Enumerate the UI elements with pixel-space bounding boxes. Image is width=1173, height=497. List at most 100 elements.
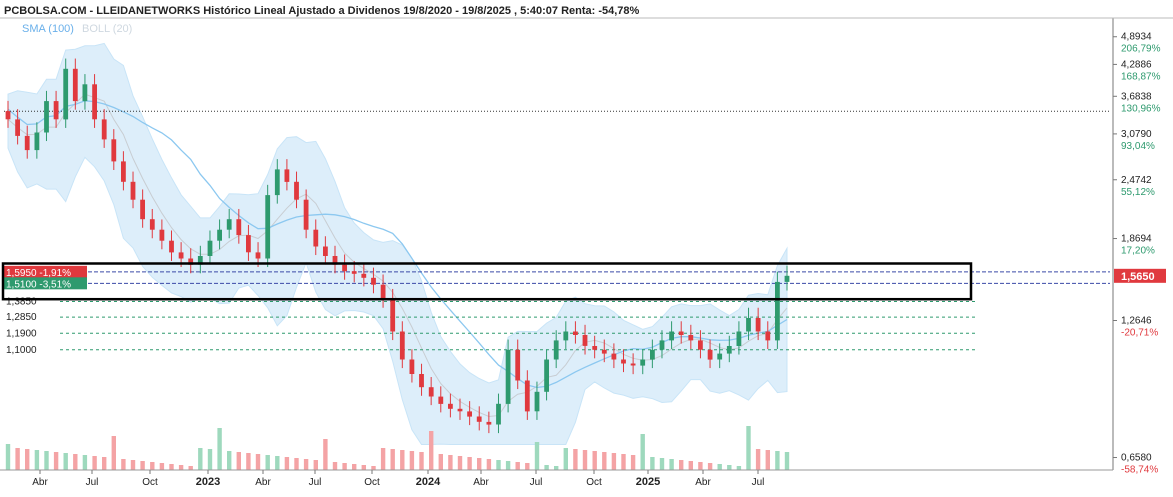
y-tick-percent: -20,71%	[1121, 328, 1158, 339]
x-tick-label: Abr	[695, 477, 711, 488]
y-tick-label: 3,0790	[1121, 129, 1152, 140]
volume-bar	[380, 448, 386, 470]
volume-bar	[477, 458, 482, 470]
candle-body	[746, 318, 751, 332]
volume-bar	[419, 452, 424, 470]
support-level-label: 1,2850	[6, 312, 37, 323]
candle-body	[438, 396, 444, 404]
volume-bar	[727, 465, 732, 470]
candle-body	[755, 318, 761, 332]
y-tick-label: 1,8694	[1121, 234, 1152, 245]
candle-body	[130, 181, 136, 200]
candle-body	[640, 359, 646, 366]
candle-body	[63, 68, 69, 120]
volume-bar	[592, 451, 597, 470]
x-tick-label: Oct	[364, 477, 380, 488]
candle-body	[92, 84, 97, 120]
candle-body	[217, 229, 222, 241]
volume-bar	[621, 454, 626, 470]
candle-body	[111, 139, 117, 162]
candle-body	[361, 273, 367, 278]
candle-body	[409, 359, 415, 374]
volume-bar	[554, 466, 559, 470]
candle-body	[457, 408, 463, 412]
candle-body	[621, 359, 626, 364]
volume-bar	[650, 457, 655, 470]
candle-body	[371, 277, 376, 285]
candle-body	[505, 349, 511, 404]
volume-bar	[486, 459, 492, 470]
volume-bar	[390, 449, 395, 470]
candle-body	[630, 363, 636, 366]
volume-bar	[534, 442, 540, 470]
volume-bar	[573, 449, 578, 470]
volume-bar	[784, 452, 790, 470]
marker-level-label: 1,5100 -3,51%	[6, 279, 71, 290]
candle-body	[784, 275, 790, 282]
x-tick-label: 2024	[416, 476, 441, 488]
volume-bar	[246, 453, 251, 470]
volume-bar	[688, 461, 693, 470]
candle-body	[323, 246, 328, 256]
volume-bar	[332, 462, 338, 470]
volume-bar	[582, 450, 588, 470]
volume-bar	[15, 448, 20, 470]
candle-body	[467, 411, 472, 417]
volume-bar	[111, 436, 116, 470]
x-tick-label: Abr	[32, 477, 48, 488]
x-tick-label: Abr	[255, 477, 271, 488]
candle-body	[544, 359, 549, 392]
x-tick-label: Oct	[586, 477, 602, 488]
volume-bar	[544, 465, 549, 470]
volume-bar	[92, 456, 97, 470]
volume-bar	[611, 453, 617, 470]
volume-bar	[198, 448, 203, 470]
candle-body	[419, 374, 424, 388]
volume-bar	[717, 464, 722, 470]
candle-body	[524, 380, 530, 412]
candle-body	[342, 264, 347, 272]
candle-body	[736, 331, 742, 346]
volume-bar	[755, 449, 761, 470]
volume-bar	[303, 459, 309, 470]
candle-body	[255, 252, 261, 259]
volume-bar	[342, 463, 347, 470]
candle-body	[563, 331, 569, 341]
volume-bar	[669, 459, 674, 470]
volume-bar	[73, 454, 78, 470]
candle-body	[236, 219, 242, 236]
volume-bar	[102, 457, 107, 470]
x-tick-label: Oct	[142, 477, 158, 488]
volume-bar	[150, 462, 155, 470]
candle-body	[650, 349, 655, 360]
candle-body	[313, 229, 319, 247]
x-tick-label: Jul	[309, 477, 322, 488]
volume-bar	[140, 461, 145, 470]
volume-bar	[746, 426, 751, 470]
support-level-label: 1,1000	[6, 345, 37, 356]
volume-bar	[640, 434, 645, 470]
y-tick-percent: 55,12%	[1121, 187, 1155, 198]
candle-body	[775, 281, 780, 341]
candle-body	[53, 101, 59, 120]
candle-body	[284, 169, 290, 182]
volume-bar	[765, 450, 770, 470]
candle-body	[246, 235, 251, 253]
volume-bar	[525, 463, 530, 470]
candle-body	[380, 284, 386, 300]
sma-indicator-label[interactable]: SMA (100)	[22, 23, 74, 35]
y-tick-percent: 130,96%	[1121, 103, 1161, 114]
boll-indicator-label[interactable]: BOLL (20)	[82, 23, 132, 35]
volume-bar	[409, 451, 415, 470]
candle-body	[592, 346, 598, 350]
candle-body	[486, 421, 492, 425]
volume-bar	[736, 466, 742, 470]
candle-body	[726, 346, 732, 354]
volume-bar	[679, 460, 684, 470]
x-tick-label: Abr	[473, 477, 489, 488]
volume-bar	[448, 455, 453, 470]
candle-body	[265, 195, 271, 259]
candle-body	[496, 403, 501, 425]
price-chart[interactable]: 1,3850 1,2850 1,1900 1,1000 1,5950 -1,91% 1,5…	[0, 0, 1173, 492]
volume-bar	[602, 452, 607, 470]
